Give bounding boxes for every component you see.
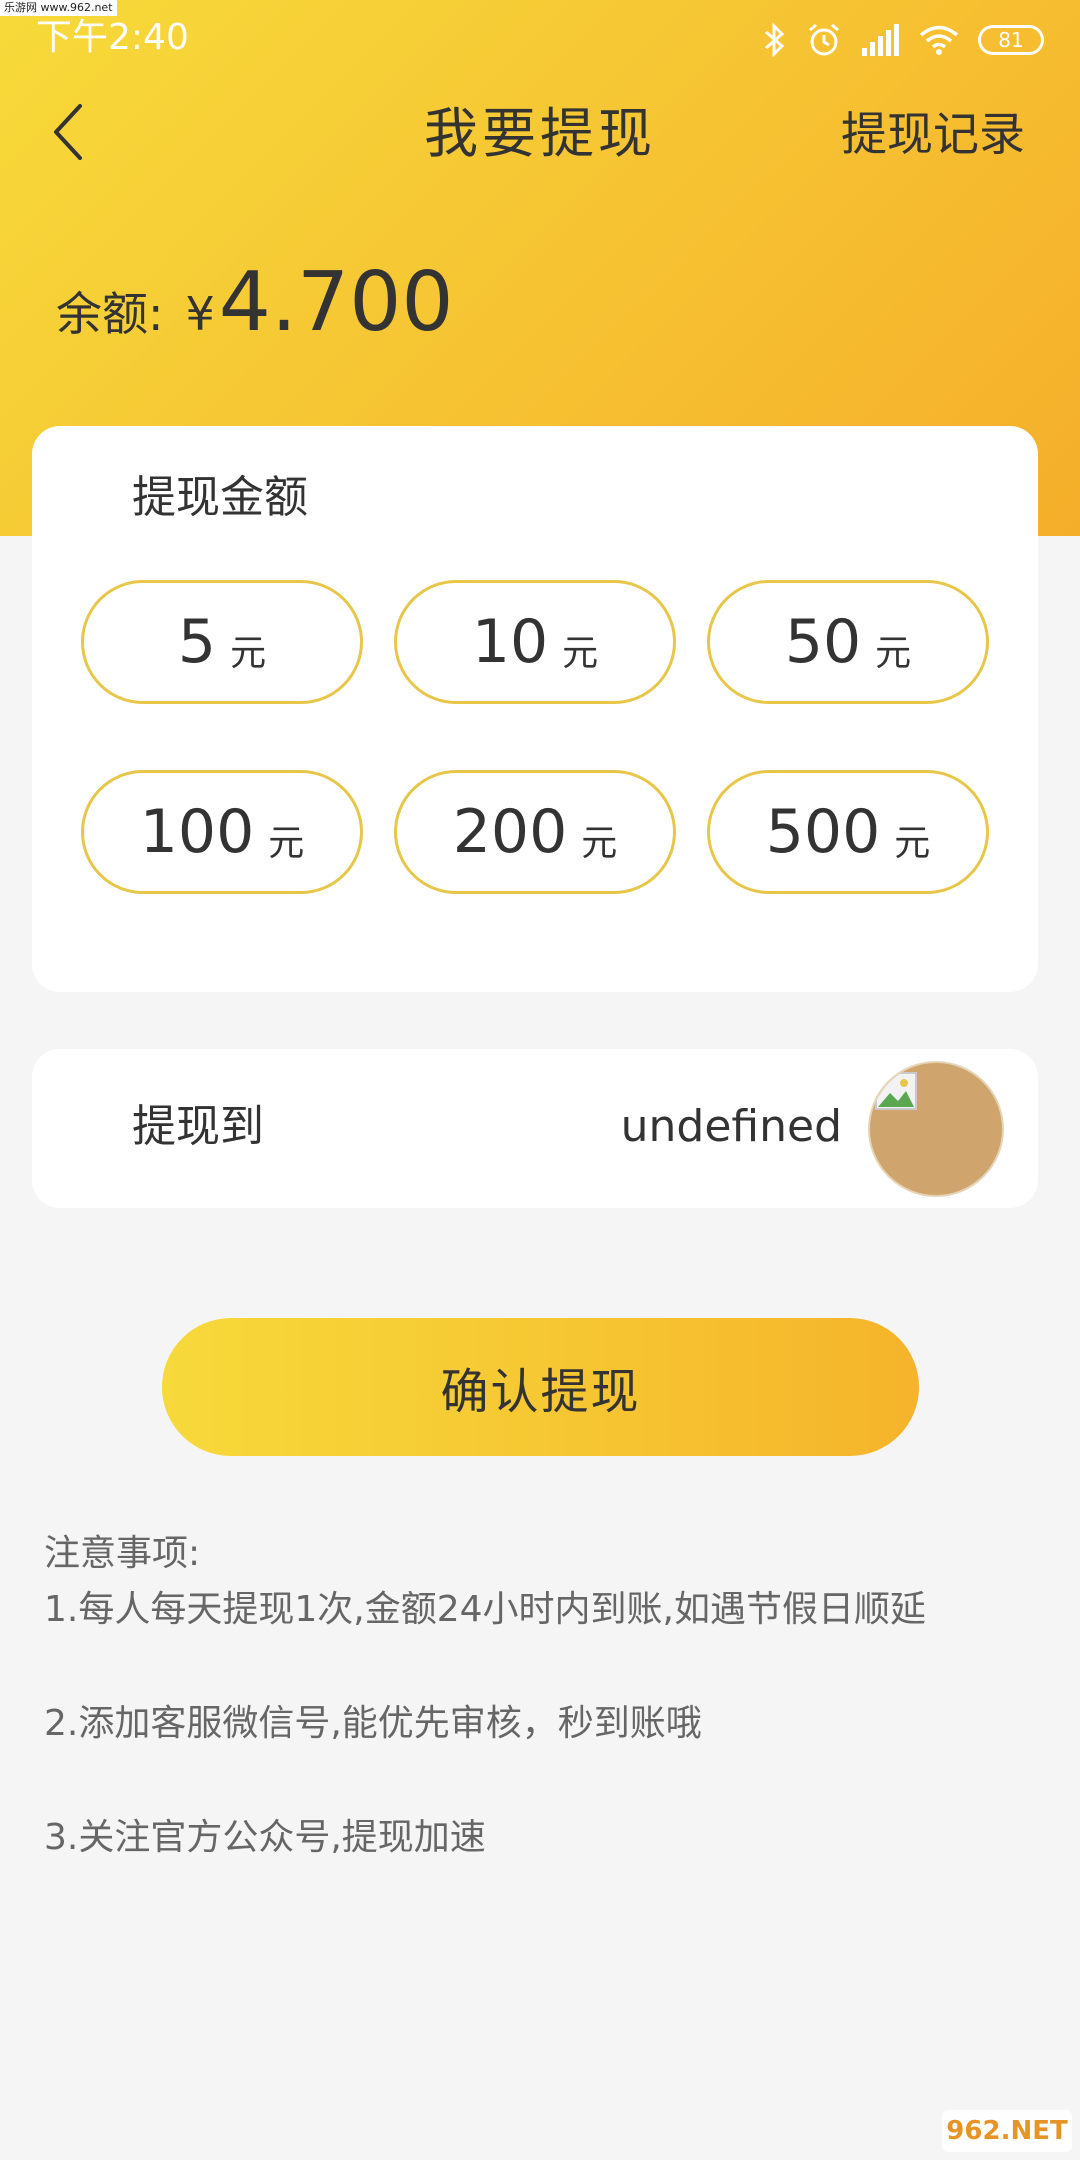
status-time: 下午2:40: [36, 17, 189, 58]
bottom-watermark: 962.NET: [942, 2110, 1072, 2152]
note-item: 3.关注官方公众号,提现加速: [44, 1817, 486, 1858]
wifi-icon: [919, 25, 959, 55]
amount-unit: 元: [875, 633, 912, 674]
amount-option-10[interactable]: 10 元: [394, 580, 676, 704]
status-icons: 81: [762, 20, 1044, 60]
amount-option-500[interactable]: 500 元: [707, 770, 989, 894]
alarm-icon: [809, 23, 839, 56]
amount-option-50[interactable]: 50 元: [707, 580, 989, 704]
amount-unit: 元: [894, 823, 931, 864]
amount-value: 500: [765, 797, 881, 867]
withdraw-screen: 乐游网 www.962.net 下午2:40 81 我要提现 提现记录 余额: …: [0, 0, 1080, 2160]
amount-option-5[interactable]: 5 元: [81, 580, 363, 704]
withdraw-record-link[interactable]: 提现记录: [841, 102, 1025, 166]
amount-value: 50: [784, 607, 862, 677]
withdraw-amount-card: 提现金额 5 元 10 元 50 元 100 元 200 元 500 元: [32, 426, 1038, 992]
balance-label: 余额:: [56, 287, 164, 341]
amount-unit: 元: [268, 823, 305, 864]
target-account-name: undefined: [620, 1101, 842, 1152]
balance-display: 余额: ¥ 4.700: [56, 255, 454, 355]
amount-value: 200: [452, 797, 568, 867]
chevron-left-icon: [54, 104, 82, 160]
back-button[interactable]: [44, 96, 104, 170]
signal-icon: [862, 24, 899, 56]
battery-icon: 81: [978, 25, 1044, 55]
amount-options: 5 元 10 元 50 元 100 元 200 元 500 元: [81, 580, 989, 894]
notes-section: 注意事项: 1.每人每天提现1次,金额24小时内到账,如遇节假日顺延 2.添加客…: [44, 1526, 1044, 1866]
confirm-withdraw-button[interactable]: 确认提现: [162, 1318, 919, 1456]
withdraw-target-row[interactable]: 提现到 undefined: [32, 1049, 1038, 1208]
broken-image-icon: [875, 1072, 917, 1110]
note-item: 1.每人每天提现1次,金额24小时内到账,如遇节假日顺延: [44, 1589, 926, 1630]
amount-value: 100: [139, 797, 255, 867]
note-item: 2.添加客服微信号,能优先审核，秒到账哦: [44, 1703, 702, 1744]
notes-title: 注意事项:: [44, 1533, 201, 1574]
amount-option-100[interactable]: 100 元: [81, 770, 363, 894]
amount-value: 10: [471, 607, 549, 677]
amount-option-200[interactable]: 200 元: [394, 770, 676, 894]
amount-unit: 元: [230, 633, 267, 674]
balance-amount: 4.700: [218, 255, 454, 350]
amount-card-title: 提现金额: [132, 472, 308, 523]
bluetooth-icon: [765, 22, 785, 58]
target-label: 提现到: [132, 1101, 264, 1152]
avatar: [868, 1061, 1004, 1197]
balance-currency: ¥: [185, 287, 215, 341]
amount-value: 5: [177, 607, 217, 677]
status-bar: 下午2:40 81: [0, 0, 1080, 76]
amount-unit: 元: [562, 633, 599, 674]
battery-level: 81: [998, 28, 1024, 52]
amount-unit: 元: [581, 823, 618, 864]
